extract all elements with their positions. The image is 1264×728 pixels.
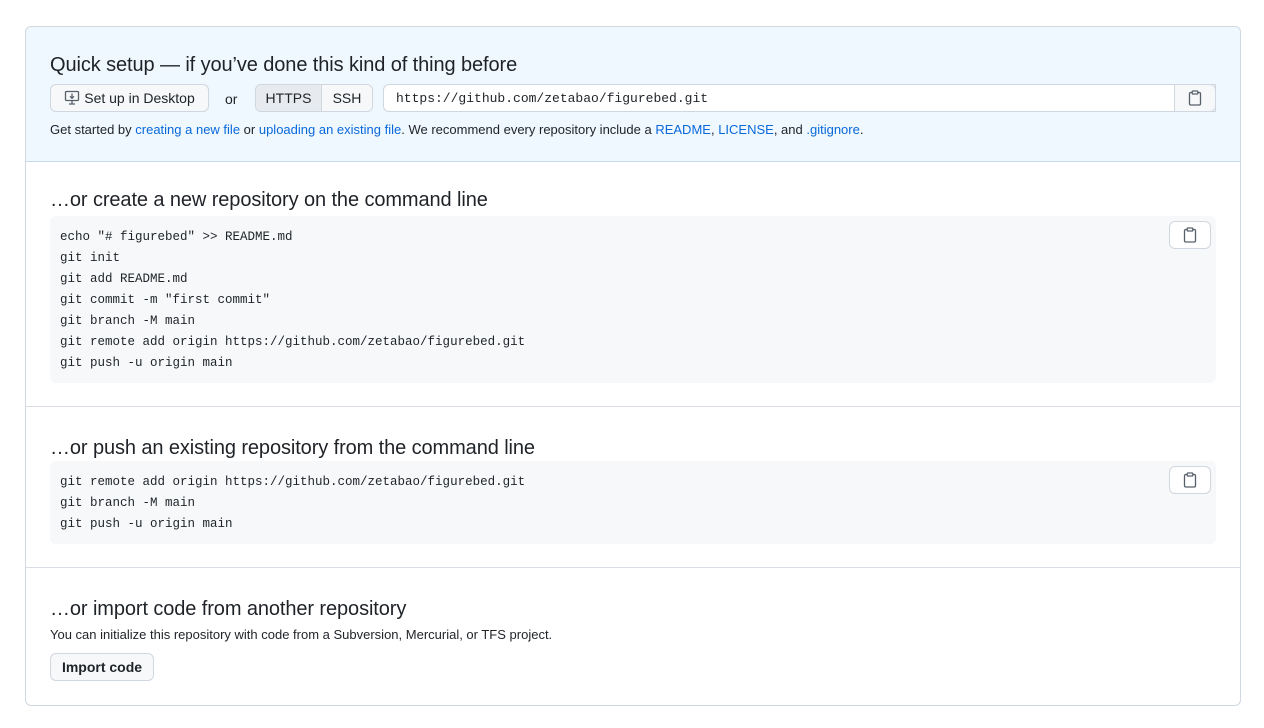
code-line: git add README.md [60, 272, 188, 286]
get-started-text: Get started by creating a new file or up… [50, 122, 863, 137]
license-link[interactable]: LICENSE [718, 122, 774, 137]
clone-url-input[interactable] [383, 84, 1216, 112]
code-line: git remote add origin https://github.com… [60, 475, 526, 489]
code-line: git push -u origin main [60, 517, 233, 531]
get-started-recommend: . We recommend every repository include … [401, 122, 656, 137]
code-line: git branch -M main [60, 314, 196, 328]
copy-push-commands-button[interactable] [1169, 466, 1211, 494]
get-started-prefix: Get started by [50, 122, 136, 137]
or-label: or [225, 91, 238, 107]
empty-repo-setup-panel: Quick setup — if you’ve done this kind o… [25, 26, 1241, 706]
create-repo-title: …or create a new repository on the comma… [50, 189, 488, 211]
protocol-toggle: HTTPS SSH [255, 84, 373, 112]
get-started-period: . [859, 122, 864, 137]
readme-link[interactable]: README [655, 122, 711, 137]
import-code-button[interactable]: Import code [50, 653, 154, 681]
get-started-and: , and [773, 122, 807, 137]
setup-in-desktop-button[interactable]: Set up in Desktop [50, 84, 209, 112]
ssh-toggle-button[interactable]: SSH [322, 85, 372, 111]
push-repo-section: …or push an existing repository from the… [26, 407, 1240, 568]
create-repo-code-block: echo "# figurebed" >> README.md git init… [50, 216, 1216, 383]
copy-clipboard-icon [1183, 472, 1197, 488]
copy-create-commands-button[interactable] [1169, 221, 1211, 249]
code-line: git init [60, 251, 121, 265]
code-line: git branch -M main [60, 496, 196, 510]
copy-url-button[interactable] [1174, 84, 1216, 112]
push-repo-title: …or push an existing repository from the… [50, 437, 535, 459]
code-line: echo "# figurebed" >> README.md [60, 230, 293, 244]
push-repo-code-block: git remote add origin https://github.com… [50, 461, 1216, 544]
upload-existing-file-link[interactable]: uploading an existing file [259, 122, 401, 137]
get-started-or: or [240, 122, 259, 137]
code-line: git remote add origin https://github.com… [60, 335, 526, 349]
gitignore-link[interactable]: .gitignore [806, 122, 859, 137]
import-repo-section: …or import code from another repository … [26, 568, 1240, 705]
copy-clipboard-icon [1183, 227, 1197, 243]
create-new-file-link[interactable]: creating a new file [135, 122, 240, 137]
setup-in-desktop-label: Set up in Desktop [84, 90, 195, 106]
import-description: You can initialize this repository with … [50, 627, 553, 642]
copy-clipboard-icon [1188, 90, 1202, 106]
quick-setup-section: Quick setup — if you’ve done this kind o… [26, 27, 1240, 162]
quick-setup-title: Quick setup — if you’ve done this kind o… [50, 54, 518, 76]
code-line: git commit -m "first commit" [60, 293, 271, 307]
desktop-download-icon [64, 90, 80, 106]
https-toggle-button[interactable]: HTTPS [256, 85, 322, 111]
code-line: git push -u origin main [60, 356, 233, 370]
import-repo-title: …or import code from another repository [50, 598, 407, 620]
create-repo-section: …or create a new repository on the comma… [26, 162, 1240, 407]
